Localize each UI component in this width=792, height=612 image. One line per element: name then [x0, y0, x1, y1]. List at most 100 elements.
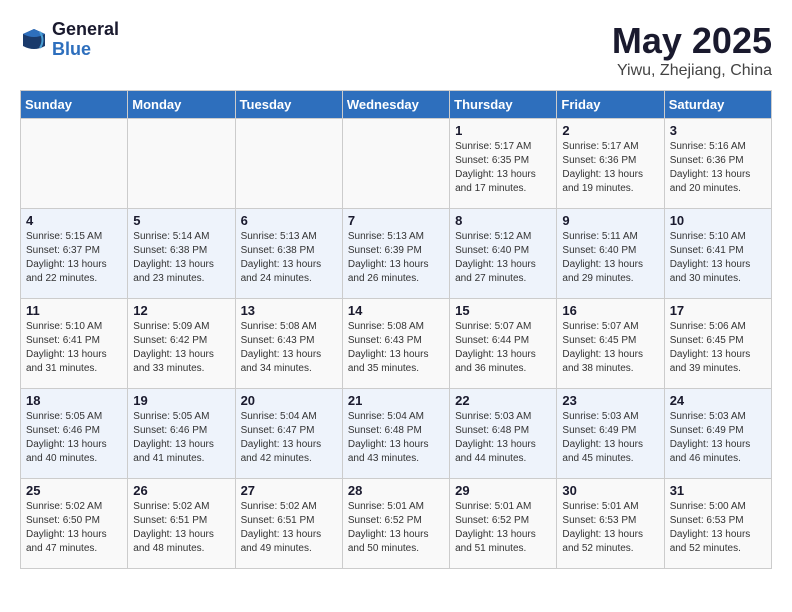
- weekday-header-tuesday: Tuesday: [235, 91, 342, 119]
- calendar-cell: 18 Sunrise: 5:05 AM Sunset: 6:46 PM Dayli…: [21, 389, 128, 479]
- calendar-cell: 15 Sunrise: 5:07 AM Sunset: 6:44 PM Dayli…: [450, 299, 557, 389]
- day-number: 9: [562, 213, 658, 228]
- day-number: 3: [670, 123, 766, 138]
- day-detail: Sunrise: 5:10 AM Sunset: 6:41 PM Dayligh…: [26, 320, 122, 376]
- month-year-title: May 2025: [612, 20, 772, 62]
- calendar-week-row: 11 Sunrise: 5:10 AM Sunset: 6:41 PM Dayli…: [21, 299, 772, 389]
- calendar-cell: 31 Sunrise: 5:00 AM Sunset: 6:53 PM Dayli…: [664, 479, 771, 569]
- day-number: 10: [670, 213, 766, 228]
- day-detail: Sunrise: 5:03 AM Sunset: 6:49 PM Dayligh…: [562, 410, 658, 466]
- day-number: 14: [348, 303, 444, 318]
- calendar-cell: 2Sunrise: 5:17 AM Sunset: 6:36 PM Daylig…: [557, 119, 664, 209]
- calendar-cell: 20 Sunrise: 5:04 AM Sunset: 6:47 PM Dayli…: [235, 389, 342, 479]
- weekday-header-wednesday: Wednesday: [342, 91, 449, 119]
- day-detail: Sunrise: 5:13 AM Sunset: 6:38 PM Dayligh…: [241, 230, 337, 286]
- calendar-cell: [342, 119, 449, 209]
- day-number: 1: [455, 123, 551, 138]
- day-number: 7: [348, 213, 444, 228]
- day-number: 27: [241, 483, 337, 498]
- calendar-cell: 4 Sunrise: 5:15 AM Sunset: 6:37 PM Daylig…: [21, 209, 128, 299]
- calendar-cell: 14 Sunrise: 5:08 AM Sunset: 6:43 PM Dayli…: [342, 299, 449, 389]
- day-detail: Sunrise: 5:05 AM Sunset: 6:46 PM Dayligh…: [26, 410, 122, 466]
- calendar-cell: 8 Sunrise: 5:12 AM Sunset: 6:40 PM Daylig…: [450, 209, 557, 299]
- day-number: 4: [26, 213, 122, 228]
- calendar-cell: 10 Sunrise: 5:10 AM Sunset: 6:41 PM Dayli…: [664, 209, 771, 299]
- day-number: 18: [26, 393, 122, 408]
- day-detail: Sunrise: 5:08 AM Sunset: 6:43 PM Dayligh…: [241, 320, 337, 376]
- day-number: 31: [670, 483, 766, 498]
- day-detail: Sunrise: 5:17 AM Sunset: 6:35 PM Dayligh…: [455, 140, 551, 196]
- day-number: 17: [670, 303, 766, 318]
- day-number: 26: [133, 483, 229, 498]
- calendar-cell: 6 Sunrise: 5:13 AM Sunset: 6:38 PM Daylig…: [235, 209, 342, 299]
- day-detail: Sunrise: 5:08 AM Sunset: 6:43 PM Dayligh…: [348, 320, 444, 376]
- day-detail: Sunrise: 5:07 AM Sunset: 6:44 PM Dayligh…: [455, 320, 551, 376]
- day-number: 22: [455, 393, 551, 408]
- calendar-cell: 9 Sunrise: 5:11 AM Sunset: 6:40 PM Daylig…: [557, 209, 664, 299]
- day-detail: Sunrise: 5:14 AM Sunset: 6:38 PM Dayligh…: [133, 230, 229, 286]
- calendar-cell: 26 Sunrise: 5:02 AM Sunset: 6:51 PM Dayli…: [128, 479, 235, 569]
- calendar-cell: 23Sunrise: 5:03 AM Sunset: 6:49 PM Dayli…: [557, 389, 664, 479]
- day-detail: Sunrise: 5:02 AM Sunset: 6:50 PM Dayligh…: [26, 500, 122, 556]
- day-number: 25: [26, 483, 122, 498]
- day-detail: Sunrise: 5:09 AM Sunset: 6:42 PM Dayligh…: [133, 320, 229, 376]
- calendar-week-row: 1 Sunrise: 5:17 AM Sunset: 6:35 PM Daylig…: [21, 119, 772, 209]
- calendar-cell: 25 Sunrise: 5:02 AM Sunset: 6:50 PM Dayli…: [21, 479, 128, 569]
- day-number: 13: [241, 303, 337, 318]
- calendar-cell: 13 Sunrise: 5:08 AM Sunset: 6:43 PM Dayli…: [235, 299, 342, 389]
- calendar-cell: 17 Sunrise: 5:06 AM Sunset: 6:45 PM Dayli…: [664, 299, 771, 389]
- day-detail: Sunrise: 5:00 AM Sunset: 6:53 PM Dayligh…: [670, 500, 766, 556]
- day-number: 2: [562, 123, 658, 138]
- day-detail: Sunrise: 5:10 AM Sunset: 6:41 PM Dayligh…: [670, 230, 766, 286]
- calendar-cell: 30Sunrise: 5:01 AM Sunset: 6:53 PM Dayli…: [557, 479, 664, 569]
- day-detail: Sunrise: 5:02 AM Sunset: 6:51 PM Dayligh…: [133, 500, 229, 556]
- calendar-table: SundayMondayTuesdayWednesdayThursdayFrid…: [20, 90, 772, 569]
- calendar-cell: 11 Sunrise: 5:10 AM Sunset: 6:41 PM Dayli…: [21, 299, 128, 389]
- day-number: 16: [562, 303, 658, 318]
- calendar-cell: 27Sunrise: 5:02 AM Sunset: 6:51 PM Dayli…: [235, 479, 342, 569]
- calendar-cell: 21 Sunrise: 5:04 AM Sunset: 6:48 PM Dayli…: [342, 389, 449, 479]
- day-detail: Sunrise: 5:04 AM Sunset: 6:47 PM Dayligh…: [241, 410, 337, 466]
- day-number: 20: [241, 393, 337, 408]
- day-detail: Sunrise: 5:06 AM Sunset: 6:45 PM Dayligh…: [670, 320, 766, 376]
- day-number: 28: [348, 483, 444, 498]
- day-detail: Sunrise: 5:15 AM Sunset: 6:37 PM Dayligh…: [26, 230, 122, 286]
- calendar-cell: 28 Sunrise: 5:01 AM Sunset: 6:52 PM Dayli…: [342, 479, 449, 569]
- day-number: 11: [26, 303, 122, 318]
- logo-general-text: General: [52, 20, 119, 40]
- calendar-cell: 19 Sunrise: 5:05 AM Sunset: 6:46 PM Dayli…: [128, 389, 235, 479]
- day-detail: Sunrise: 5:04 AM Sunset: 6:48 PM Dayligh…: [348, 410, 444, 466]
- day-number: 12: [133, 303, 229, 318]
- calendar-week-row: 25 Sunrise: 5:02 AM Sunset: 6:50 PM Dayli…: [21, 479, 772, 569]
- title-block: May 2025 Yiwu, Zhejiang, China: [612, 20, 772, 80]
- day-number: 19: [133, 393, 229, 408]
- day-detail: Sunrise: 5:03 AM Sunset: 6:49 PM Dayligh…: [670, 410, 766, 466]
- weekday-header-row: SundayMondayTuesdayWednesdayThursdayFrid…: [21, 91, 772, 119]
- day-detail: Sunrise: 5:11 AM Sunset: 6:40 PM Dayligh…: [562, 230, 658, 286]
- day-detail: Sunrise: 5:05 AM Sunset: 6:46 PM Dayligh…: [133, 410, 229, 466]
- calendar-week-row: 4 Sunrise: 5:15 AM Sunset: 6:37 PM Daylig…: [21, 209, 772, 299]
- calendar-cell: [235, 119, 342, 209]
- page-header: General Blue May 2025 Yiwu, Zhejiang, Ch…: [20, 20, 772, 80]
- logo-text: General Blue: [52, 20, 119, 60]
- weekday-header-thursday: Thursday: [450, 91, 557, 119]
- day-number: 21: [348, 393, 444, 408]
- calendar-cell: [21, 119, 128, 209]
- day-number: 5: [133, 213, 229, 228]
- day-detail: Sunrise: 5:07 AM Sunset: 6:45 PM Dayligh…: [562, 320, 658, 376]
- day-detail: Sunrise: 5:01 AM Sunset: 6:52 PM Dayligh…: [348, 500, 444, 556]
- weekday-header-friday: Friday: [557, 91, 664, 119]
- weekday-header-sunday: Sunday: [21, 91, 128, 119]
- day-detail: Sunrise: 5:16 AM Sunset: 6:36 PM Dayligh…: [670, 140, 766, 196]
- logo-blue-text: Blue: [52, 40, 119, 60]
- calendar-cell: 3 Sunrise: 5:16 AM Sunset: 6:36 PM Daylig…: [664, 119, 771, 209]
- calendar-cell: 16 Sunrise: 5:07 AM Sunset: 6:45 PM Dayli…: [557, 299, 664, 389]
- day-number: 8: [455, 213, 551, 228]
- day-detail: Sunrise: 5:01 AM Sunset: 6:52 PM Dayligh…: [455, 500, 551, 556]
- calendar-cell: 24Sunrise: 5:03 AM Sunset: 6:49 PM Dayli…: [664, 389, 771, 479]
- day-detail: Sunrise: 5:12 AM Sunset: 6:40 PM Dayligh…: [455, 230, 551, 286]
- weekday-header-saturday: Saturday: [664, 91, 771, 119]
- calendar-cell: 22Sunrise: 5:03 AM Sunset: 6:48 PM Dayli…: [450, 389, 557, 479]
- day-number: 15: [455, 303, 551, 318]
- day-number: 6: [241, 213, 337, 228]
